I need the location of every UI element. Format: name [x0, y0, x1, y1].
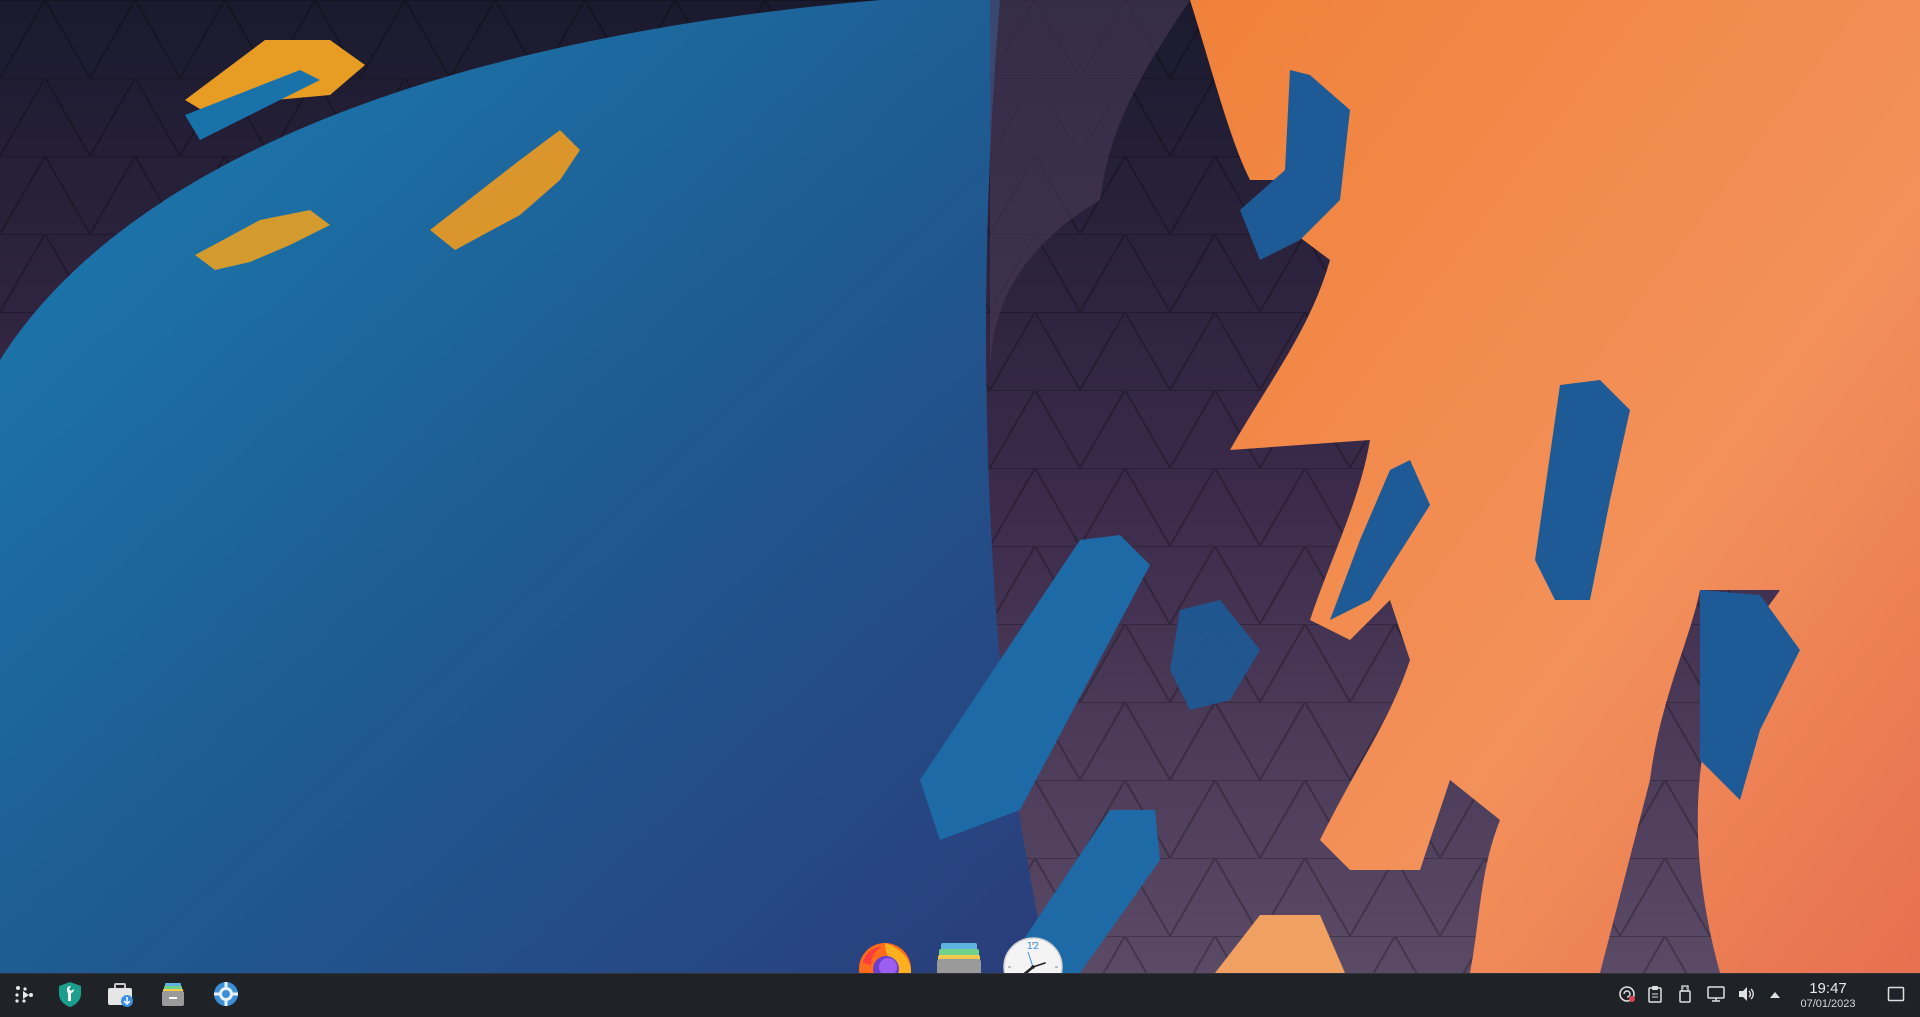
chevron-up-icon: [1769, 987, 1781, 1005]
clock-date: 07/01/2023: [1800, 998, 1856, 1010]
discover-button[interactable]: [102, 974, 138, 1017]
update-notifier-button[interactable]: [1617, 985, 1637, 1008]
system-settings-gear-icon: [212, 980, 240, 1013]
system-settings-button[interactable]: [208, 974, 244, 1017]
show-desktop-button[interactable]: [1878, 974, 1914, 1017]
application-launcher-icon: [12, 982, 36, 1011]
volume-button[interactable]: [1736, 986, 1756, 1006]
network-button[interactable]: [1706, 985, 1726, 1007]
settings-tool-button[interactable]: [52, 974, 88, 1017]
digital-clock[interactable]: 19:47 07/01/2023: [1782, 980, 1874, 1014]
clock-time: 19:47: [1809, 980, 1847, 997]
discover-briefcase-icon: [105, 979, 135, 1014]
archive-box-icon: [159, 980, 187, 1013]
clipboard-icon: [1647, 985, 1663, 1008]
application-launcher-button[interactable]: [6, 974, 42, 1017]
clock-numeral-12: 12: [1026, 941, 1040, 952]
usb-drive-icon: [1678, 984, 1692, 1008]
wrench-shield-icon: [56, 980, 84, 1013]
desktop-wallpaper: [0, 0, 1920, 973]
volume-icon: [1737, 986, 1755, 1007]
network-monitor-icon: [1707, 985, 1725, 1007]
removable-devices-button[interactable]: [1675, 984, 1695, 1008]
clipboard-button[interactable]: [1645, 985, 1665, 1008]
show-desktop-icon: [1887, 986, 1905, 1007]
archive-launcher-button[interactable]: [155, 974, 191, 1017]
update-notifier-icon: [1618, 985, 1636, 1008]
taskbar-panel: 19:47 07/01/2023: [0, 973, 1920, 1017]
